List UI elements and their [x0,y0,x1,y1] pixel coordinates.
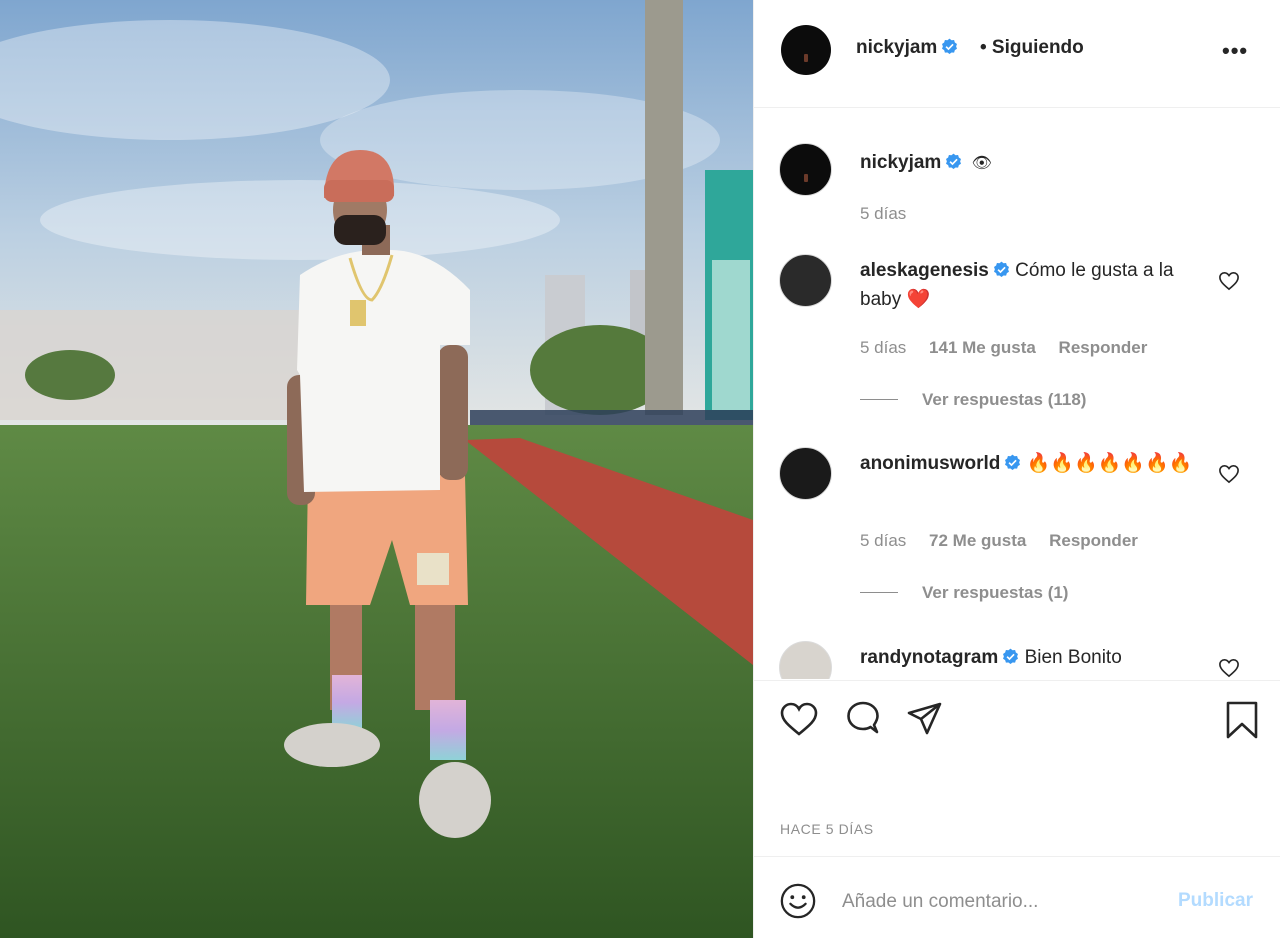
comment-item: anonimusworld 🔥🔥🔥🔥🔥🔥🔥 5 días 72 Me gusta… [754,447,1280,617]
comment-composer: Publicar [754,856,1280,938]
comment-text: aleskagenesis Cómo le gusta a la baby ❤️ [860,256,1200,314]
author-avatar[interactable] [781,25,831,75]
caption-time[interactable]: 5 días [860,204,906,223]
post-photo-illustration [0,0,753,938]
comment-item: aleskagenesis Cómo le gusta a la baby ❤️… [754,254,1280,424]
share-paper-plane-icon[interactable] [905,700,945,740]
view-replies-label: Ver respuestas (118) [922,390,1087,409]
post-header: nickyjam • Siguiendo ••• [754,0,1280,108]
comment-likes[interactable]: 141 Me gusta [929,338,1036,357]
comment-meta: 5 días 141 Me gusta Responder [860,338,1165,358]
comment-username[interactable]: aleskagenesis [860,260,989,281]
comment-meta: 5 días 72 Me gusta Responder [860,531,1156,551]
like-heart-icon[interactable] [779,700,819,740]
comment-username[interactable]: anonimusworld [860,453,1000,474]
comment-input[interactable] [842,885,1162,919]
comment-body: 🔥🔥🔥🔥🔥🔥🔥 [1026,453,1193,474]
post-actions [754,680,1280,760]
post-timestamp[interactable]: HACE 5 DÍAS [780,821,874,837]
following-status[interactable]: • Siguiendo [980,37,1084,59]
comment-time[interactable]: 5 días [860,338,906,357]
caption-emoji: 👁 [971,155,992,172]
view-replies-button[interactable]: Ver respuestas (118) [860,390,1086,410]
replies-divider [860,399,898,400]
reply-button[interactable]: Responder [1049,531,1138,550]
more-options-icon[interactable]: ••• [1222,38,1248,64]
caption-meta: 5 días [860,204,924,224]
author-username-link[interactable]: nickyjam [856,37,958,59]
caption-username[interactable]: nickyjam [860,152,941,173]
view-replies-label: Ver respuestas (1) [922,583,1069,602]
comment-avatar[interactable] [779,254,832,307]
caption-avatar[interactable] [779,143,832,196]
comment-bubble-icon[interactable] [843,700,883,740]
like-comment-heart-icon[interactable] [1218,271,1240,291]
save-bookmark-icon[interactable] [1222,700,1262,740]
replies-divider [860,592,898,593]
verified-badge-icon [1005,454,1021,470]
comments-list[interactable]: nickyjam 👁 5 días aleskagenesis Cómo le … [754,109,1280,679]
like-comment-heart-icon[interactable] [1218,464,1240,484]
comment-text: anonimusworld 🔥🔥🔥🔥🔥🔥🔥 [860,449,1200,478]
publish-button[interactable]: Publicar [1178,890,1253,912]
like-comment-heart-icon[interactable] [1218,658,1240,678]
caption-text: nickyjam 👁 [860,148,1200,178]
caption-item: nickyjam 👁 5 días [754,143,1280,253]
comment-text: randynotagram Bien Bonito [860,643,1220,672]
verified-badge-icon [1003,648,1019,664]
comment-body: Bien Bonito [1024,647,1122,668]
comment-username[interactable]: randynotagram [860,647,998,668]
verified-badge-icon [942,38,958,54]
verified-badge-icon [993,261,1009,277]
comment-time[interactable]: 5 días [860,531,906,550]
view-replies-button[interactable]: Ver respuestas (1) [860,583,1068,603]
comment-likes[interactable]: 72 Me gusta [929,531,1026,550]
comment-item: randynotagram Bien Bonito [754,641,1280,679]
post-photo[interactable] [0,0,753,938]
comment-avatar[interactable] [779,641,832,679]
post-sidebar: nickyjam • Siguiendo ••• nickyjam 👁 5 dí… [753,0,1280,938]
reply-button[interactable]: Responder [1059,338,1148,357]
comment-avatar[interactable] [779,447,832,500]
author-username[interactable]: nickyjam [856,37,937,58]
verified-badge-icon [946,153,962,169]
emoji-smiley-icon[interactable] [779,882,817,920]
